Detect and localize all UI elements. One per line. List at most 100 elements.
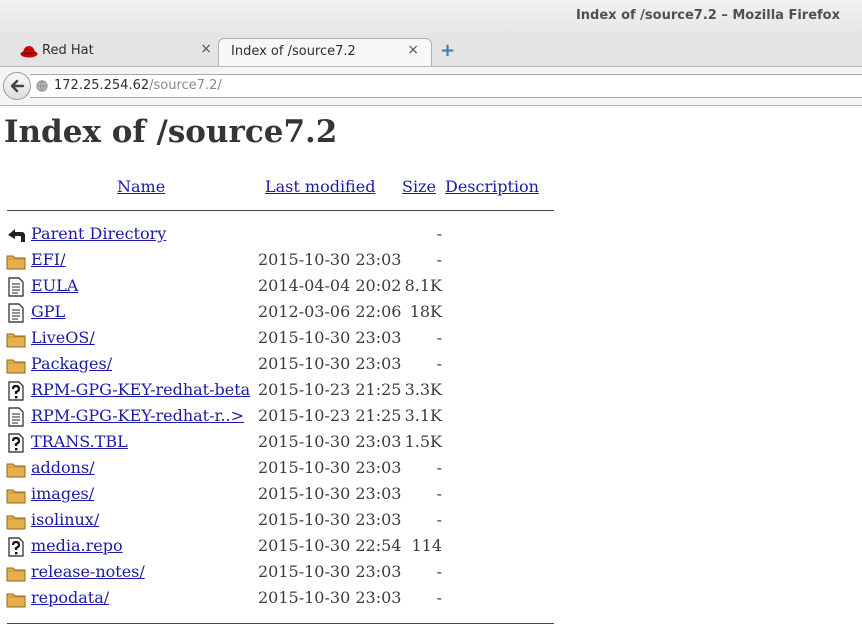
url-host: 172.25.254.62 [54, 78, 150, 93]
file-size: 3.1K [404, 406, 442, 425]
table-row: addons/2015-10-30 23:03 - [0, 456, 600, 482]
navigation-bar: 172.25.254.62/source7.2/ [0, 67, 862, 106]
file-link[interactable]: Packages/ [31, 354, 112, 373]
last-modified: 2014-04-04 20:02 [258, 276, 402, 295]
table-row: Packages/2015-10-30 23:03 - [0, 352, 600, 378]
last-modified: 2015-10-30 23:03 [258, 250, 402, 269]
last-modified: 2015-10-30 22:54 [258, 536, 402, 555]
folder-icon [6, 251, 26, 271]
last-modified: 2015-10-30 23:03 [258, 562, 402, 581]
folder-icon [6, 589, 26, 609]
table-row: GPL 2012-03-06 22:06 18K [0, 300, 600, 326]
back-arrow-icon [10, 79, 25, 93]
page-title: Index of /source7.2 [4, 114, 338, 150]
file-link[interactable]: images/ [31, 484, 94, 503]
table-row: images/2015-10-30 23:03 - [0, 482, 600, 508]
last-modified: 2015-10-30 23:03 [258, 510, 402, 529]
unknown-file-icon [6, 537, 26, 557]
file-size: - [436, 484, 442, 503]
file-size: 1.5K [404, 432, 442, 451]
file-link[interactable]: RPM-GPG-KEY-redhat-beta [31, 380, 250, 399]
table-row: TRANS.TBL 2015-10-30 23:03 1.5K [0, 430, 600, 456]
unknown-file-icon [6, 381, 26, 401]
text-file-icon [6, 277, 26, 297]
new-tab-button[interactable]: + [440, 42, 455, 60]
last-modified: 2015-10-30 23:03 [258, 458, 402, 477]
back-button[interactable] [3, 72, 31, 100]
file-size: - [436, 354, 442, 373]
text-file-icon [6, 303, 26, 323]
tab-index-source[interactable]: Index of /source7.2 × [218, 38, 432, 66]
table-row: repodata/2015-10-30 23:03 - [0, 586, 600, 612]
file-link[interactable]: release-notes/ [31, 562, 145, 581]
file-link[interactable]: EFI/ [31, 250, 66, 269]
table-row: isolinux/2015-10-30 23:03 - [0, 508, 600, 534]
file-link[interactable]: isolinux/ [31, 510, 99, 529]
folder-icon [6, 329, 26, 349]
column-header-last-modified[interactable]: Last modified [265, 177, 375, 196]
folder-icon [6, 563, 26, 583]
file-size: - [436, 328, 442, 347]
file-size: - [436, 224, 442, 243]
file-link[interactable]: addons/ [31, 458, 95, 477]
file-size: - [436, 588, 442, 607]
text-file-icon [6, 407, 26, 427]
tab-label: Red Hat [42, 43, 94, 58]
last-modified: 2012-03-06 22:06 [258, 302, 402, 321]
folder-icon [6, 459, 26, 479]
window-titlebar: Index of /source7.2 – Mozilla Firefox [0, 0, 862, 34]
file-link[interactable]: RPM-GPG-KEY-redhat-r..> [31, 406, 244, 425]
file-size: - [436, 458, 442, 477]
table-row: LiveOS/2015-10-30 23:03 - [0, 326, 600, 352]
file-size: 3.3K [404, 380, 442, 399]
back-icon [6, 225, 26, 245]
last-modified: 2015-10-23 21:25 [258, 380, 402, 399]
globe-icon [36, 80, 48, 92]
file-link[interactable]: repodata/ [31, 588, 109, 607]
url-text[interactable]: 172.25.254.62/source7.2/ [54, 78, 222, 93]
column-header-description[interactable]: Description [445, 177, 539, 196]
last-modified: 2015-10-30 23:03 [258, 432, 402, 451]
file-size: 8.1K [404, 276, 442, 295]
tab-close-icon[interactable]: × [407, 42, 419, 58]
file-size: - [436, 562, 442, 581]
table-row: EULA 2014-04-04 20:02 8.1K [0, 274, 600, 300]
file-link[interactable]: LiveOS/ [31, 328, 95, 347]
tab-strip: Red Hat × Index of /source7.2 × + [0, 34, 862, 67]
last-modified: 2015-10-23 21:25 [258, 406, 402, 425]
redhat-favicon-icon [20, 46, 38, 58]
tab-red-hat[interactable]: Red Hat × [8, 38, 218, 66]
url-path: /source7.2/ [149, 78, 222, 93]
file-link[interactable]: Parent Directory [31, 224, 166, 243]
table-row: media.repo 2015-10-30 22:54 114 [0, 534, 600, 560]
file-link[interactable]: EULA [31, 276, 78, 295]
file-size: - [436, 510, 442, 529]
folder-icon [6, 511, 26, 531]
folder-icon [6, 485, 26, 505]
file-size: 114 [411, 536, 442, 555]
column-header-size[interactable]: Size [402, 177, 436, 196]
unknown-file-icon [6, 433, 26, 453]
last-modified: 2015-10-30 23:03 [258, 354, 402, 373]
divider [7, 623, 554, 624]
table-row: release-notes/2015-10-30 23:03 - [0, 560, 600, 586]
last-modified: 2015-10-30 23:03 [258, 484, 402, 503]
last-modified: 2015-10-30 23:03 [258, 588, 402, 607]
divider [7, 210, 554, 211]
file-link[interactable]: TRANS.TBL [31, 432, 128, 451]
last-modified: 2015-10-30 23:03 [258, 328, 402, 347]
table-row: Parent Directory - [0, 222, 600, 248]
table-row: RPM-GPG-KEY-redhat-beta 2015-10-23 21:25 3… [0, 378, 600, 404]
table-row: RPM-GPG-KEY-redhat-r..> 2015-10-23 21:25 3… [0, 404, 600, 430]
window-title: Index of /source7.2 – Mozilla Firefox [575, 8, 840, 23]
tab-close-icon[interactable]: × [200, 41, 212, 57]
tab-label: Index of /source7.2 [231, 44, 356, 59]
file-size: - [436, 250, 442, 269]
folder-icon [6, 355, 26, 375]
url-bar[interactable]: 172.25.254.62/source7.2/ [30, 74, 862, 98]
file-size: 18K [409, 302, 442, 321]
file-link[interactable]: media.repo [31, 536, 123, 555]
file-link[interactable]: GPL [31, 302, 65, 321]
column-header-name[interactable]: Name [117, 177, 165, 196]
table-row: EFI/2015-10-30 23:03 - [0, 248, 600, 274]
